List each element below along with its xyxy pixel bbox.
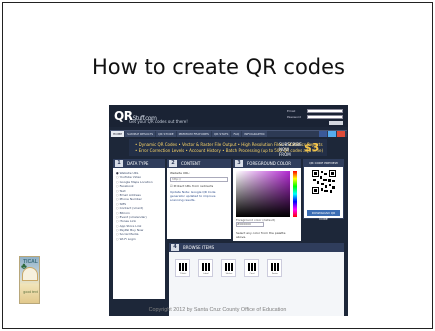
hue-slider[interactable] <box>293 171 297 217</box>
item-thumbnail[interactable]: T-Shirt <box>175 259 190 277</box>
tab-faq[interactable]: FAQ <box>231 131 242 137</box>
promo-banner[interactable]: • Dynamic QR Codes • Vector & Raster Fil… <box>129 139 327 157</box>
data-type-option[interactable]: Wi-Fi Login <box>116 237 162 241</box>
tical-logo: TICAL ♣ good text <box>19 256 40 304</box>
color-picker[interactable] <box>236 171 290 217</box>
password-field[interactable] <box>307 115 343 119</box>
step-number: 3 <box>235 160 243 167</box>
step-number: 2 <box>169 160 177 167</box>
step-number: 1 <box>115 160 123 167</box>
email-label: Email <box>287 109 296 113</box>
qr-code-image <box>312 170 336 194</box>
palm-tree-icon: ♣ <box>21 261 27 271</box>
step-number: 4 <box>171 244 179 251</box>
tab-sample-results[interactable]: SAMPLE RESULTS <box>125 131 156 137</box>
data-type-panel: 1 DATA TYPE Website URL YouTube Video Go… <box>113 159 165 299</box>
twitter-icon[interactable] <box>328 131 336 137</box>
slide-title: How to create QR codes <box>92 55 345 79</box>
item-thumbnail[interactable]: Sticker <box>221 259 236 277</box>
protect-url-checkbox[interactable]: ☑ Protect URL from redirects <box>170 184 228 188</box>
download-qr-button[interactable]: DOWNLOAD QR CODE <box>307 210 340 221</box>
password-label: Password <box>287 115 302 119</box>
tab-home[interactable]: HOME <box>111 131 125 137</box>
browse-items-panel: 4 BROWSE ITEMS T-Shirt Label Sticker Car… <box>169 243 344 316</box>
item-thumbnail[interactable]: Card <box>244 259 259 277</box>
login-button[interactable] <box>329 121 343 125</box>
banner-cta: SUBSCRIBE NOW FROM <box>279 142 302 157</box>
hex-input[interactable]: #000000 <box>236 222 264 227</box>
site-nav: HOME SAMPLE RESULTS QR STORE PREMIUM FEA… <box>110 130 347 137</box>
item-thumbnail[interactable]: Poster <box>267 259 282 277</box>
tab-qr-store[interactable]: QR STORE <box>156 131 176 137</box>
update-note: Update Note: Google QR Code generator up… <box>170 190 216 202</box>
color-panel: 3 FOREGROUND COLOR Foreground color (def… <box>233 159 301 241</box>
qr-preview-panel: QR CODE PREVIEW DOWNLOAD QR CODE <box>303 159 344 221</box>
site-tagline: Get your QR codes out there! <box>129 119 188 124</box>
copyright-text: Copyright 2012 by Santa Cruz County Offi… <box>148 307 287 313</box>
browse-items-header: 4 BROWSE ITEMS <box>169 243 344 252</box>
facebook-icon[interactable] <box>319 131 327 137</box>
qrstuff-screenshot: QRStuff.com Get your QR codes out there!… <box>109 105 348 316</box>
data-type-list: Website URL YouTube Video Google Maps Lo… <box>113 168 165 244</box>
item-thumbnails: T-Shirt Label Sticker Card Poster <box>175 259 282 277</box>
url-label: Website URL: <box>170 171 190 175</box>
url-input[interactable]: http:// <box>170 177 228 182</box>
tab-qr-stats[interactable]: QR STATS <box>211 131 231 137</box>
content-header: 2 CONTENT <box>167 159 231 168</box>
site-header: QRStuff.com Get your QR codes out there!… <box>109 105 348 127</box>
tab-infographic[interactable]: INFOGRAPHIC <box>242 131 267 137</box>
item-thumbnail[interactable]: Label <box>198 259 213 277</box>
color-header: 3 FOREGROUND COLOR <box>233 159 301 168</box>
google-plus-icon[interactable] <box>337 131 345 137</box>
email-field[interactable] <box>307 109 343 113</box>
content-panel: 2 CONTENT Website URL: http:// ☑ Protect… <box>167 159 231 239</box>
color-note: Select any color from the palette above. <box>236 231 286 239</box>
login-form: Email Password <box>287 109 343 125</box>
data-type-header: 1 DATA TYPE <box>113 159 165 168</box>
banner-price: $3 <box>304 141 320 154</box>
qr-preview-title: QR CODE PREVIEW <box>304 160 343 167</box>
tab-premium-features[interactable]: PREMIUM FEATURES <box>176 131 211 137</box>
